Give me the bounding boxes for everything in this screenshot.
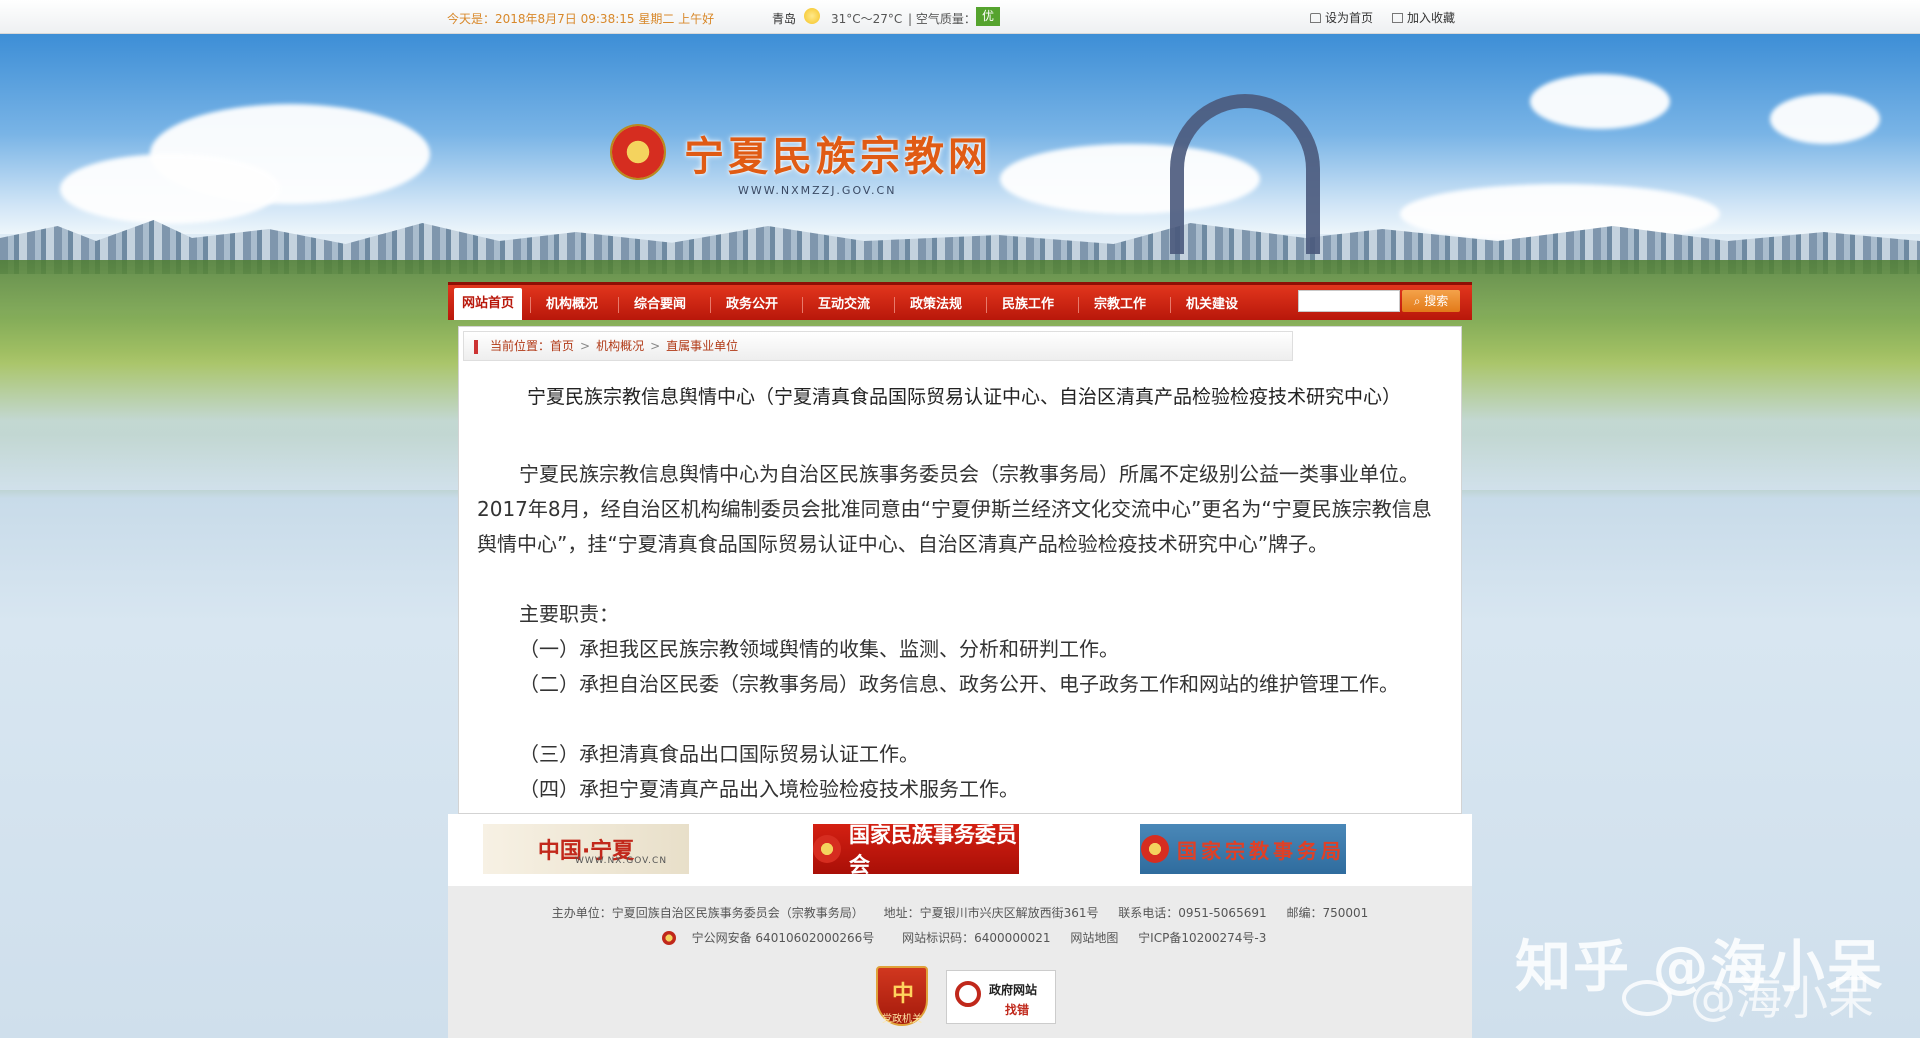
nav-interaction[interactable]: 互动交流 bbox=[810, 293, 878, 317]
breadcrumb-home[interactable]: 首页 bbox=[550, 339, 574, 353]
weather-temperature: 31°C～27°C bbox=[831, 12, 903, 26]
air-quality-badge: 优 bbox=[976, 7, 1000, 26]
article-paragraph: （四）承担宁夏清真产品出入境检验检疫技术服务工作。 bbox=[519, 777, 1019, 801]
breadcrumb-separator: > bbox=[650, 339, 661, 353]
article-panel: 当前位置：首页 > 机构概况 > 直属事业单位 宁夏民族宗教信息舆情中心（宁夏清真食品国… bbox=[458, 326, 1462, 814]
partner-ethnic-commission[interactable]: 国家民族事务委员会 bbox=[813, 823, 1019, 877]
cloud bbox=[1770, 94, 1880, 144]
nav-divider bbox=[618, 297, 619, 313]
footer-info: 主办单位：宁夏回族自治区民族事务委员会（宗教事务局） 地址：宁夏银川市兴庆区解放… bbox=[448, 904, 1472, 921]
gov-badge-line2: 找错 bbox=[1005, 1003, 1030, 1017]
nav-religion-work[interactable]: 宗教工作 bbox=[1086, 293, 1154, 317]
magnifier-icon bbox=[955, 981, 981, 1007]
top-bar: 今天是：2018年8月7日 09:38:15 星期二 上午好 青岛 31°C～2… bbox=[0, 0, 1920, 34]
party-gov-badge-char: 中 bbox=[892, 982, 915, 1007]
partner-religion-bureau[interactable]: 国家宗教事务局 bbox=[1140, 824, 1346, 874]
search-icon: ⌕ bbox=[1413, 294, 1425, 308]
nav-divider bbox=[530, 297, 531, 313]
nav-divider bbox=[1170, 297, 1171, 313]
article-paragraph: （一）承担我区民族宗教领域舆情的收集、监测、分析和研判工作。 bbox=[519, 637, 1119, 661]
breadcrumb-separator: > bbox=[580, 339, 591, 353]
search-input[interactable] bbox=[1298, 290, 1400, 312]
article-paragraph: （二）承担自治区民委（宗教事务局）政务信息、政务公开、电子政务工作和网站的维护管… bbox=[519, 672, 1399, 696]
police-record-link[interactable]: 宁公网安备 64010602000266号 bbox=[654, 931, 883, 945]
footer-phone: 联系电话：0951-5065691 bbox=[1118, 906, 1267, 920]
emblem-icon bbox=[1141, 835, 1169, 863]
emblem-icon bbox=[813, 835, 841, 863]
nav-divider bbox=[1078, 297, 1079, 313]
footer-site-id: 网站标识码：6400000021 bbox=[902, 931, 1051, 945]
site-title[interactable]: 宁夏民族宗教网 bbox=[684, 124, 992, 182]
add-favorite-link[interactable]: 加入收藏 bbox=[1392, 9, 1455, 26]
site-url: WWW.NXMZZJ.GOV.CN bbox=[738, 184, 897, 197]
footer-registration: 宁公网安备 64010602000266号 网站标识码：6400000021 网… bbox=[448, 929, 1472, 946]
breadcrumb-organization[interactable]: 机构概况 bbox=[596, 339, 644, 353]
article-paragraph: （三）承担清真食品出口国际贸易认证工作。 bbox=[519, 742, 919, 766]
cloud bbox=[1530, 74, 1670, 129]
article-paragraph: 主要职责： bbox=[519, 602, 619, 626]
watermark-weibo: @海小呆 bbox=[1690, 971, 1874, 1025]
nav-divider bbox=[710, 297, 711, 313]
footer: 主办单位：宁夏回族自治区民族事务委员会（宗教事务局） 地址：宁夏银川市兴庆区解放… bbox=[448, 886, 1472, 1038]
partner-ethnic-commission-label: 国家民族事务委员会 bbox=[849, 823, 1017, 877]
footer-postcode: 邮编：750001 bbox=[1286, 906, 1369, 920]
cloud bbox=[60, 154, 280, 224]
breadcrumb-prefix: 当前位置： bbox=[490, 339, 551, 353]
breadcrumb-marker-icon bbox=[474, 340, 478, 354]
nav-ethnic-work[interactable]: 民族工作 bbox=[994, 293, 1062, 317]
add-favorite-label: 加入收藏 bbox=[1407, 11, 1456, 25]
breadcrumb: 当前位置：首页 > 机构概况 > 直属事业单位 bbox=[463, 331, 1293, 361]
party-gov-badge-label: 党政机关 bbox=[882, 1014, 922, 1025]
party-gov-badge[interactable]: 中 党政机关 bbox=[876, 966, 928, 1026]
police-record-label: 宁公网安备 64010602000266号 bbox=[691, 931, 875, 945]
icp-link[interactable]: 宁ICP备10200274号-3 bbox=[1138, 931, 1266, 945]
footer-address: 地址：宁夏银川市兴庆区解放西街361号 bbox=[883, 906, 1099, 920]
police-badge-icon bbox=[661, 931, 676, 945]
nav-divider bbox=[986, 297, 987, 313]
set-home-label: 设为首页 bbox=[1325, 11, 1374, 25]
search-button-label: 搜索 bbox=[1424, 294, 1449, 308]
partner-links: 中国·宁夏 WWW.NX.GOV.CN 国家民族事务委员会 国家宗教事务局 bbox=[448, 814, 1472, 886]
article-title: 宁夏民族宗教信息舆情中心（宁夏清真食品国际贸易认证中心、自治区清真产品检验检疫技… bbox=[526, 386, 1401, 408]
nav-gov-affairs[interactable]: 政务公开 bbox=[718, 293, 786, 317]
bookmark-icon bbox=[1392, 13, 1403, 23]
nav-news[interactable]: 综合要闻 bbox=[626, 293, 694, 317]
header-banner: 宁夏民族宗教网 WWW.NXMZZJ.GOV.CN bbox=[0, 34, 1920, 284]
gov-site-error-report-badge[interactable]: 政府网站 找错 bbox=[946, 970, 1056, 1024]
partner-religion-bureau-label: 国家宗教事务局 bbox=[1177, 838, 1345, 863]
partner-ningxia-url: WWW.NX.GOV.CN bbox=[575, 856, 668, 866]
nav-divider bbox=[802, 297, 803, 313]
set-home-link[interactable]: 设为首页 bbox=[1310, 9, 1373, 26]
nav-organization[interactable]: 机构概况 bbox=[538, 293, 606, 317]
national-emblem-icon bbox=[610, 124, 666, 180]
sitemap-link[interactable]: 网站地图 bbox=[1070, 931, 1118, 945]
partner-ningxia-gov[interactable]: 中国·宁夏 WWW.NX.GOV.CN bbox=[483, 824, 689, 874]
weibo-icon bbox=[1622, 980, 1672, 1016]
air-quality-label: | 空气质量： bbox=[908, 12, 976, 26]
nav-divider bbox=[894, 297, 895, 313]
gov-badge-line1: 政府网站 bbox=[989, 983, 1038, 997]
search-button[interactable]: ⌕ 搜索 bbox=[1402, 290, 1460, 312]
nav-policies[interactable]: 政策法规 bbox=[902, 293, 970, 317]
article-paragraph: 宁夏民族宗教信息舆情中心为自治区民族事务委员会（宗教事务局）所属不定级别公益一类… bbox=[477, 462, 1432, 556]
current-date: 今天是：2018年8月7日 09:38:15 星期二 上午好 bbox=[447, 12, 715, 26]
weather-city: 青岛 bbox=[772, 12, 797, 26]
nav-home[interactable]: 网站首页 bbox=[454, 288, 522, 320]
breadcrumb-current[interactable]: 直属事业单位 bbox=[666, 339, 738, 353]
home-icon bbox=[1310, 13, 1321, 23]
nav-agency-building[interactable]: 机关建设 bbox=[1178, 293, 1246, 317]
footer-sponsor: 主办单位：宁夏回族自治区民族事务委员会（宗教事务局） bbox=[551, 906, 864, 920]
sun-icon bbox=[804, 8, 820, 24]
landmark-sculpture bbox=[1170, 94, 1320, 254]
